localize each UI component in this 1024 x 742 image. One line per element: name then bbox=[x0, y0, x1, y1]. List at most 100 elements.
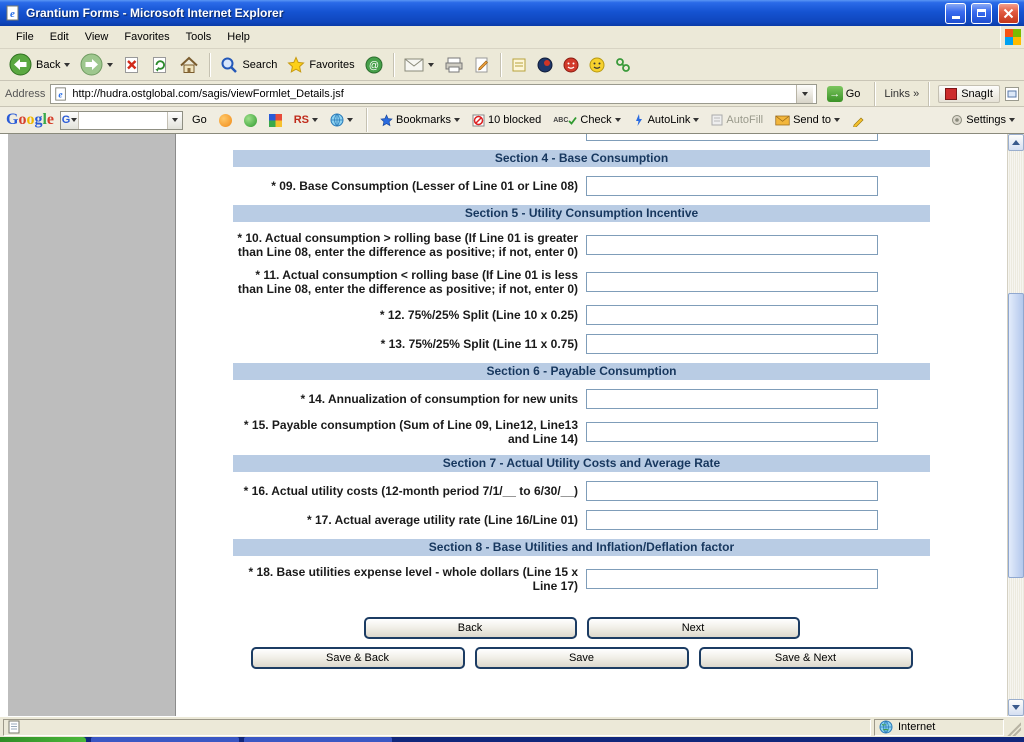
media-icon: @ bbox=[365, 56, 383, 74]
search-button[interactable]: Search bbox=[216, 54, 281, 76]
bookmarks-star-icon bbox=[380, 114, 393, 127]
popup-blocker-icon bbox=[472, 114, 485, 127]
field-input-12[interactable] bbox=[586, 305, 878, 325]
address-url: http://hudra.ostglobal.com/sagis/viewFor… bbox=[72, 88, 791, 100]
standard-toolbar: Back Search Favorites @ bbox=[0, 49, 1024, 81]
print-button[interactable] bbox=[440, 55, 468, 75]
google-go-button[interactable]: Go bbox=[189, 112, 210, 128]
menu-view[interactable]: View bbox=[77, 28, 117, 46]
save-button-row: Save & Back Save Save & Next bbox=[233, 647, 930, 669]
save-and-back-button[interactable]: Save & Back bbox=[251, 647, 465, 669]
autolink-icon bbox=[633, 114, 645, 126]
back-dropdown-icon[interactable] bbox=[64, 63, 70, 67]
addon-yellow-smiley-button[interactable] bbox=[585, 55, 609, 75]
spellcheck-button[interactable]: ABC Check bbox=[550, 112, 623, 128]
edit-icon bbox=[474, 57, 490, 73]
scrollbar-thumb[interactable] bbox=[1008, 293, 1024, 578]
edit-button[interactable] bbox=[470, 55, 494, 75]
menu-file[interactable]: File bbox=[8, 28, 42, 46]
go-button[interactable]: → Go bbox=[822, 84, 866, 104]
forward-button[interactable] bbox=[76, 51, 117, 78]
field-input-11[interactable] bbox=[586, 272, 878, 292]
menu-tools[interactable]: Tools bbox=[178, 28, 220, 46]
highlighter-button[interactable] bbox=[849, 112, 868, 129]
google-addon-orange-button[interactable] bbox=[216, 112, 235, 129]
field-input-15[interactable] bbox=[586, 422, 878, 442]
form-next-button[interactable]: Next bbox=[587, 617, 800, 639]
back-button[interactable]: Back bbox=[5, 51, 74, 78]
address-dropdown-button[interactable] bbox=[796, 85, 813, 103]
field-input-16[interactable] bbox=[586, 481, 878, 501]
close-button[interactable] bbox=[998, 3, 1019, 24]
scrollbar-track[interactable] bbox=[1008, 151, 1024, 699]
green-circle-icon bbox=[244, 114, 257, 127]
minimize-button[interactable] bbox=[945, 3, 966, 24]
field-input-17[interactable] bbox=[586, 510, 878, 530]
google-search-dropdown[interactable] bbox=[167, 112, 182, 129]
menu-favorites[interactable]: Favorites bbox=[116, 28, 177, 46]
autolink-button[interactable]: AutoLink bbox=[630, 112, 703, 128]
addon-red-smiley-button[interactable] bbox=[559, 55, 583, 75]
menu-edit[interactable]: Edit bbox=[42, 28, 77, 46]
addon-notes-button[interactable] bbox=[507, 55, 531, 75]
form-row-14: * 14. Annualization of consumption for n… bbox=[233, 389, 930, 409]
field-input-18[interactable] bbox=[586, 569, 878, 589]
google-addon-multicolor-button[interactable] bbox=[266, 112, 285, 129]
addon-link-button[interactable] bbox=[611, 55, 635, 75]
snagit-button[interactable]: SnagIt bbox=[938, 85, 1000, 103]
title-bar: e Grantium Forms - Microsoft Internet Ex… bbox=[0, 0, 1024, 26]
favorites-button[interactable]: Favorites bbox=[283, 54, 358, 76]
orange-swirl-icon bbox=[219, 114, 232, 127]
field-input-14[interactable] bbox=[586, 389, 878, 409]
restore-button[interactable] bbox=[971, 3, 992, 24]
save-button[interactable]: Save bbox=[475, 647, 689, 669]
field-input-10[interactable] bbox=[586, 235, 878, 255]
resize-grip[interactable] bbox=[1007, 719, 1021, 736]
autofill-button[interactable]: AutoFill bbox=[708, 112, 766, 128]
mail-button[interactable] bbox=[400, 56, 438, 74]
snagit-capture-icon[interactable] bbox=[1005, 87, 1019, 101]
stop-icon bbox=[123, 56, 141, 74]
section-header-8: Section 8 - Base Utilities and Inflation… bbox=[233, 539, 930, 556]
google-addon-green-button[interactable] bbox=[241, 112, 260, 129]
address-input[interactable]: e http://hudra.ostglobal.com/sagis/viewF… bbox=[50, 84, 816, 104]
refresh-button[interactable] bbox=[147, 54, 173, 76]
media-button[interactable]: @ bbox=[361, 54, 387, 76]
chevron-down-icon bbox=[71, 118, 77, 122]
scroll-down-button[interactable] bbox=[1008, 699, 1024, 716]
start-button-edge[interactable] bbox=[0, 737, 86, 742]
minimize-icon bbox=[952, 16, 960, 19]
google-g-icon[interactable]: G bbox=[61, 112, 79, 129]
field-label-18: * 18. Base utilities expense level - who… bbox=[233, 565, 586, 593]
popup-blocked-button[interactable]: 10 blocked bbox=[469, 112, 544, 129]
field-input-09[interactable] bbox=[586, 176, 878, 196]
google-search-input[interactable] bbox=[79, 113, 167, 128]
addon-globe-icon bbox=[537, 57, 553, 73]
links-button[interactable]: Links » bbox=[884, 88, 919, 100]
google-logo[interactable]: Google bbox=[6, 111, 54, 129]
mail-dropdown-icon[interactable] bbox=[428, 63, 434, 67]
home-button[interactable] bbox=[175, 54, 203, 76]
restore-icon bbox=[977, 9, 986, 17]
forward-dropdown-icon[interactable] bbox=[107, 63, 113, 67]
save-and-next-button[interactable]: Save & Next bbox=[699, 647, 913, 669]
settings-button[interactable]: Settings bbox=[948, 112, 1018, 128]
scroll-up-button[interactable] bbox=[1008, 134, 1024, 151]
stop-button[interactable] bbox=[119, 54, 145, 76]
field-input-clipped[interactable] bbox=[586, 134, 878, 141]
field-input-13[interactable] bbox=[586, 334, 878, 354]
bookmarks-button[interactable]: Bookmarks bbox=[377, 112, 463, 129]
red-smiley-icon bbox=[563, 57, 579, 73]
links-chevron-icon: » bbox=[913, 88, 919, 100]
form-row-13: * 13. 75%/25% Split (Line 11 x 0.75) bbox=[233, 334, 930, 354]
taskbar-item-edge[interactable] bbox=[244, 737, 392, 742]
form-back-button[interactable]: Back bbox=[364, 617, 577, 639]
close-icon bbox=[1003, 8, 1014, 19]
taskbar-item-edge[interactable] bbox=[91, 737, 239, 742]
browser-window: e Grantium Forms - Microsoft Internet Ex… bbox=[0, 0, 1024, 742]
addon-globe-button[interactable] bbox=[533, 55, 557, 75]
rs-button[interactable]: RS bbox=[291, 112, 321, 128]
globe-dropdown-button[interactable] bbox=[327, 111, 356, 129]
menu-help[interactable]: Help bbox=[219, 28, 258, 46]
sendto-button[interactable]: Send to bbox=[772, 112, 843, 128]
